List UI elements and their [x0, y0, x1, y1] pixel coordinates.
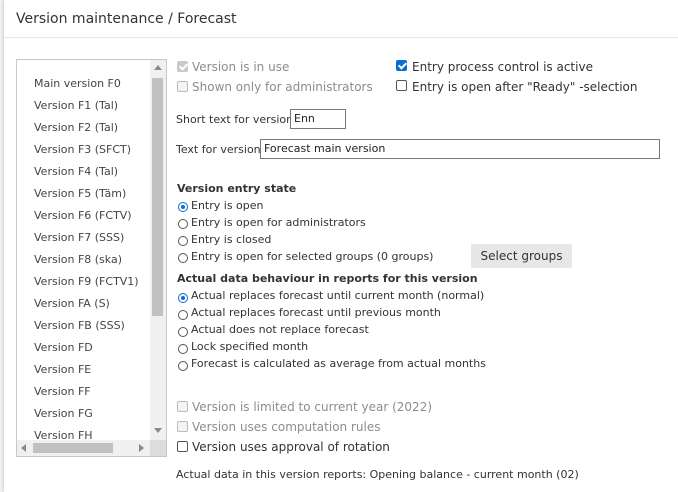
actual-behaviour-title: Actual data behaviour in reports for thi… [177, 272, 478, 285]
entry-state-radio[interactable] [178, 236, 188, 246]
list-item[interactable]: Version F3 (SFCT) [17, 139, 149, 161]
list-item[interactable]: Version F9 (FCTV1) [17, 271, 149, 293]
list-item[interactable]: Version FD [17, 337, 149, 359]
limited-year-checkbox[interactable] [177, 401, 188, 412]
scroll-right-arrow-icon[interactable] [139, 444, 144, 452]
computation-rules-checkbox[interactable] [177, 421, 188, 432]
admins-only-label: Shown only for administrators [192, 80, 373, 94]
list-item[interactable]: Version FA (S) [17, 293, 149, 315]
open-after-ready-checkbox[interactable] [396, 80, 407, 91]
scrollbar-corner [150, 440, 166, 456]
version-listbox[interactable]: Main version F0 Version F1 (Tal) Version… [16, 59, 167, 457]
entry-state-option: Entry is open for selected groups (0 gro… [191, 250, 434, 263]
list-item[interactable]: Version FE [17, 359, 149, 381]
dialog-title: Version maintenance / Forecast [4, 0, 678, 38]
admins-only-checkbox[interactable] [177, 81, 188, 92]
approval-rotation-label: Version uses approval of rotation [192, 440, 390, 454]
entry-state-option: Entry is open [191, 199, 264, 212]
entry-state-radio[interactable] [178, 202, 188, 212]
actual-behaviour-radio[interactable] [178, 361, 188, 371]
text-label: Text for version: [176, 143, 265, 156]
entry-state-option: Entry is closed [191, 233, 272, 246]
entry-state-option: Entry is open for administrators [191, 216, 366, 229]
actual-behaviour-radio[interactable] [178, 293, 188, 303]
actual-behaviour-radio[interactable] [178, 327, 188, 337]
process-control-label: Entry process control is active [412, 60, 593, 74]
list-item[interactable]: Version F1 (Tal) [17, 95, 149, 117]
footer-note: Actual data in this version reports: Ope… [176, 468, 579, 481]
list-item[interactable]: Version F2 (Tal) [17, 117, 149, 139]
actual-behaviour-option: Actual does not replace forecast [191, 323, 369, 336]
actual-behaviour-radio[interactable] [178, 344, 188, 354]
actual-behaviour-radio[interactable] [178, 310, 188, 320]
entry-state-title: Version entry state [177, 182, 297, 195]
list-item[interactable]: Main version F0 [17, 73, 149, 95]
entry-state-radio[interactable] [178, 219, 188, 229]
list-item[interactable]: Version FF [17, 381, 149, 403]
actual-behaviour-option: Actual replaces forecast until previous … [191, 306, 441, 319]
limited-year-label: Version is limited to current year (2022… [192, 400, 433, 414]
version-text-input[interactable]: Forecast main version [260, 139, 660, 159]
scroll-left-arrow-icon[interactable] [21, 444, 26, 452]
select-groups-button[interactable]: Select groups [471, 244, 572, 268]
list-item[interactable]: Version F6 (FCTV) [17, 205, 149, 227]
list-item[interactable]: Version F7 (SSS) [17, 227, 149, 249]
open-after-ready-label: Entry is open after "Ready" -selection [412, 80, 638, 94]
process-control-checkbox[interactable] [396, 60, 407, 71]
list-item[interactable]: Version F5 (Täm) [17, 183, 149, 205]
actual-behaviour-option: Lock specified month [191, 340, 309, 353]
list-vertical-scrollbar[interactable] [150, 60, 166, 440]
in-use-checkbox[interactable] [177, 61, 188, 72]
horizontal-scroll-thumb[interactable] [33, 443, 113, 453]
short-text-label: Short text for version: [176, 113, 297, 126]
list-horizontal-scrollbar[interactable] [17, 440, 150, 456]
scroll-down-arrow-icon[interactable] [154, 428, 162, 433]
version-maintenance-dialog: Version maintenance / Forecast Main vers… [4, 0, 678, 492]
actual-behaviour-option: Forecast is calculated as average from a… [191, 357, 486, 370]
list-item[interactable]: Version FG [17, 403, 149, 425]
in-use-label: Version is in use [192, 60, 290, 74]
scroll-up-arrow-icon[interactable] [154, 65, 162, 70]
vertical-scroll-thumb[interactable] [152, 78, 163, 316]
entry-state-radio[interactable] [178, 253, 188, 263]
version-list: Main version F0 Version F1 (Tal) Version… [17, 73, 149, 447]
list-item[interactable]: Version F4 (Tal) [17, 161, 149, 183]
actual-behaviour-option: Actual replaces forecast until current m… [191, 289, 485, 302]
short-text-input[interactable]: Enn [290, 109, 346, 129]
approval-rotation-checkbox[interactable] [177, 441, 188, 452]
computation-rules-label: Version uses computation rules [192, 420, 381, 434]
list-item[interactable]: Version FB (SSS) [17, 315, 149, 337]
list-item[interactable]: Version F8 (ska) [17, 249, 149, 271]
